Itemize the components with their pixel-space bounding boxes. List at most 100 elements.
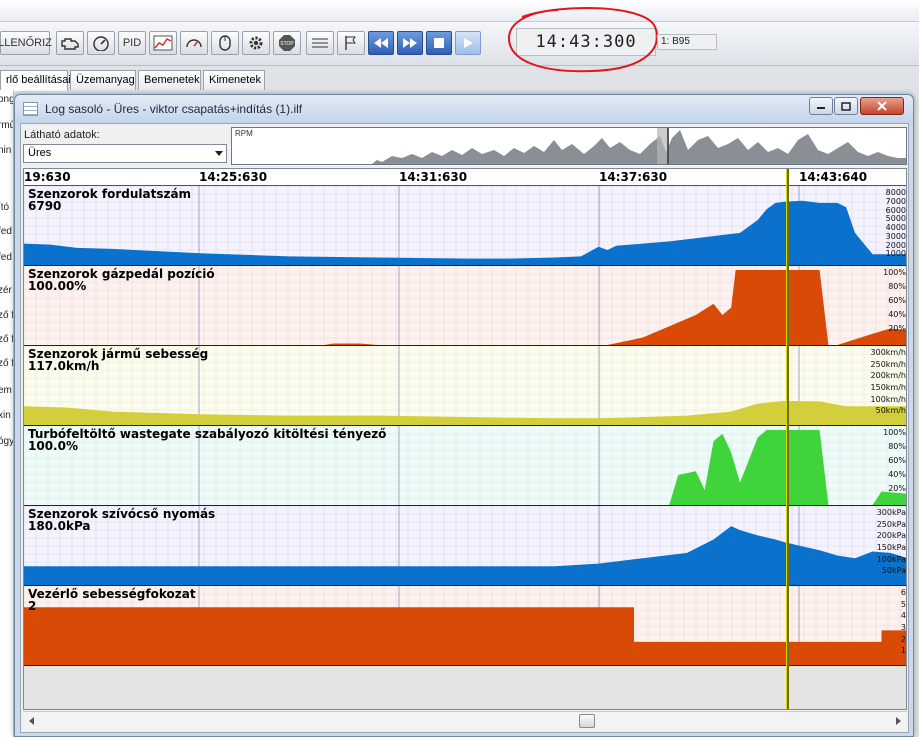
check-button[interactable]: LLENŐRIZ [0, 31, 52, 55]
chart-panel[interactable]: Szenzorok fordulatszám 6790 8000 7000 6000 50… [24, 186, 906, 266]
left-panel-item[interactable]: fed [0, 252, 12, 263]
y-tick-label: 50km/h [875, 406, 906, 416]
stop-button[interactable] [426, 31, 452, 55]
series-area [24, 200, 906, 265]
panel-current-value: 100.00% [28, 279, 87, 293]
left-panel-item[interactable]: xin [0, 410, 11, 421]
main-toolbar: LLENŐRIZ PID STOP [0, 22, 919, 66]
y-tick-label: 60% [888, 296, 906, 305]
series-area [24, 430, 906, 505]
log-window-titlebar[interactable]: Log sasoló - Üres - viktor csapatás+indí… [15, 95, 913, 123]
left-panel-item[interactable]: em [0, 385, 12, 396]
list-button[interactable] [306, 31, 334, 55]
overview-selection [657, 128, 669, 164]
panel-current-value: 2 [28, 599, 37, 613]
chart-panel[interactable]: Szenzorok jármű sebesség 117.0km/h 300km/h… [24, 346, 906, 426]
y-tick-label: 6000 [885, 205, 906, 215]
tune-gauge-button[interactable] [180, 31, 208, 55]
left-panel-item[interactable]: ző ft [0, 334, 13, 345]
y-tick-label: 100% [883, 428, 906, 437]
panel-title: Vezérlő sebességfokozat [28, 587, 196, 601]
gauge-button[interactable] [87, 31, 115, 55]
tab-inputs[interactable]: Bemenetek [138, 70, 201, 90]
left-panel-item[interactable]: ító [0, 202, 9, 213]
engine-icon-button[interactable] [56, 31, 84, 55]
flag-button[interactable] [337, 31, 365, 55]
fast-forward-button[interactable] [397, 31, 423, 55]
rpm-overview-strip[interactable]: RPM [231, 127, 907, 165]
left-panel-item[interactable]: ző ft [0, 310, 13, 321]
log-window-title: Log sasoló - Üres - viktor csapatás+indí… [45, 102, 303, 116]
series-area [24, 607, 906, 665]
y-tick-label: 8000 [885, 188, 906, 197]
fuel-type-label: 1: B95 [657, 34, 717, 50]
horizontal-scrollbar[interactable] [23, 711, 907, 729]
fast-forward-icon [403, 38, 417, 48]
left-panel-item[interactable]: ógy [0, 436, 13, 447]
stop-sign-button[interactable]: STOP [273, 31, 301, 55]
y-tick-label: 100kPa [876, 554, 906, 564]
y-tick-label: 150kPa [876, 543, 906, 552]
panel-current-value: 180.0kPa [28, 519, 91, 533]
panel-title: Turbófeltöltő wastegate szabályozó kitöl… [28, 427, 387, 441]
mouse-icon [219, 35, 231, 51]
left-panel-item[interactable]: rmű [0, 120, 13, 131]
tab-fuel[interactable]: Üzemanyag [70, 70, 136, 90]
chart-button[interactable] [149, 31, 177, 55]
svg-text:STOP: STOP [280, 41, 294, 47]
overview-graph [232, 128, 906, 164]
rewind-icon [374, 38, 388, 48]
overview-rpm-shape [232, 130, 906, 164]
playback-cursor-line[interactable] [786, 169, 789, 709]
y-tick-label: 2000 [885, 240, 906, 250]
tab-controller-settings[interactable]: rlő beállításai [0, 70, 71, 91]
scroll-left-arrow-icon[interactable] [29, 717, 34, 725]
minimize-icon [817, 107, 825, 109]
red-annotation-circle [507, 7, 659, 73]
scrollbar-thumb[interactable] [579, 714, 595, 728]
play-icon [464, 38, 473, 48]
time-tick-label: 19:630 [24, 170, 71, 184]
y-tick-label: 200kPa [876, 531, 906, 541]
chart-panel[interactable]: Turbófeltöltő wastegate szabályozó kitöl… [24, 426, 906, 506]
log-viewer-window: Log sasoló - Üres - viktor csapatás+indí… [14, 94, 914, 737]
scroll-right-arrow-icon[interactable] [896, 717, 901, 725]
chart-panel[interactable]: Szenzorok szívócső nyomás 180.0kPa 300kPa 2… [24, 506, 906, 586]
rewind-button[interactable] [368, 31, 394, 55]
mouse-button[interactable] [211, 31, 239, 55]
log-charts-area[interactable]: 19:630 14:25:630 14:31:630 14:37:630 14:43:6… [23, 168, 907, 710]
y-tick-label: 250km/h [870, 359, 906, 369]
y-tick-label: 4 [900, 611, 906, 621]
chevron-down-icon [215, 151, 223, 156]
play-button[interactable] [455, 31, 481, 55]
left-panel-item[interactable]: ongő [0, 94, 13, 105]
time-tick-label: 14:37:630 [599, 170, 668, 184]
y-tick-label: 3 [900, 623, 906, 632]
visible-data-select[interactable]: Üres [23, 144, 227, 163]
empty-chart-zone [24, 666, 906, 709]
y-tick-label: 50kPa [881, 566, 906, 576]
chart-panel[interactable]: Szenzorok gázpedál pozíció 100.00% 100% 80%… [24, 266, 906, 346]
visible-data-value: Üres [28, 147, 52, 159]
y-tick-label: 80% [888, 442, 906, 451]
y-tick-label: 60% [888, 456, 906, 465]
left-panel-item[interactable]: zér [0, 285, 12, 296]
y-tick-label: 80% [888, 282, 906, 291]
app-top-strip [0, 0, 919, 22]
y-tick-label: 100% [883, 268, 906, 277]
y-tick-label: 1000 [885, 249, 906, 259]
pid-button-label: PID [122, 37, 142, 49]
tab-outputs[interactable]: Kimenetek [203, 70, 265, 90]
series-area [24, 270, 906, 345]
close-button[interactable] [860, 97, 904, 115]
left-panel-item[interactable]: nin [0, 145, 11, 156]
pid-button[interactable]: PID [118, 31, 146, 55]
stop-square-icon [434, 38, 444, 48]
chart-panel[interactable]: Vezérlő sebességfokozat 2 6 5 4 3 2 1 [24, 586, 906, 666]
settings-button[interactable] [242, 31, 270, 55]
minimize-button[interactable] [809, 97, 833, 115]
y-tick-label: 40% [888, 310, 906, 319]
left-panel-item[interactable]: ző ft [0, 358, 13, 369]
maximize-button[interactable] [834, 97, 858, 115]
left-panel-item[interactable]: fed [0, 226, 12, 237]
